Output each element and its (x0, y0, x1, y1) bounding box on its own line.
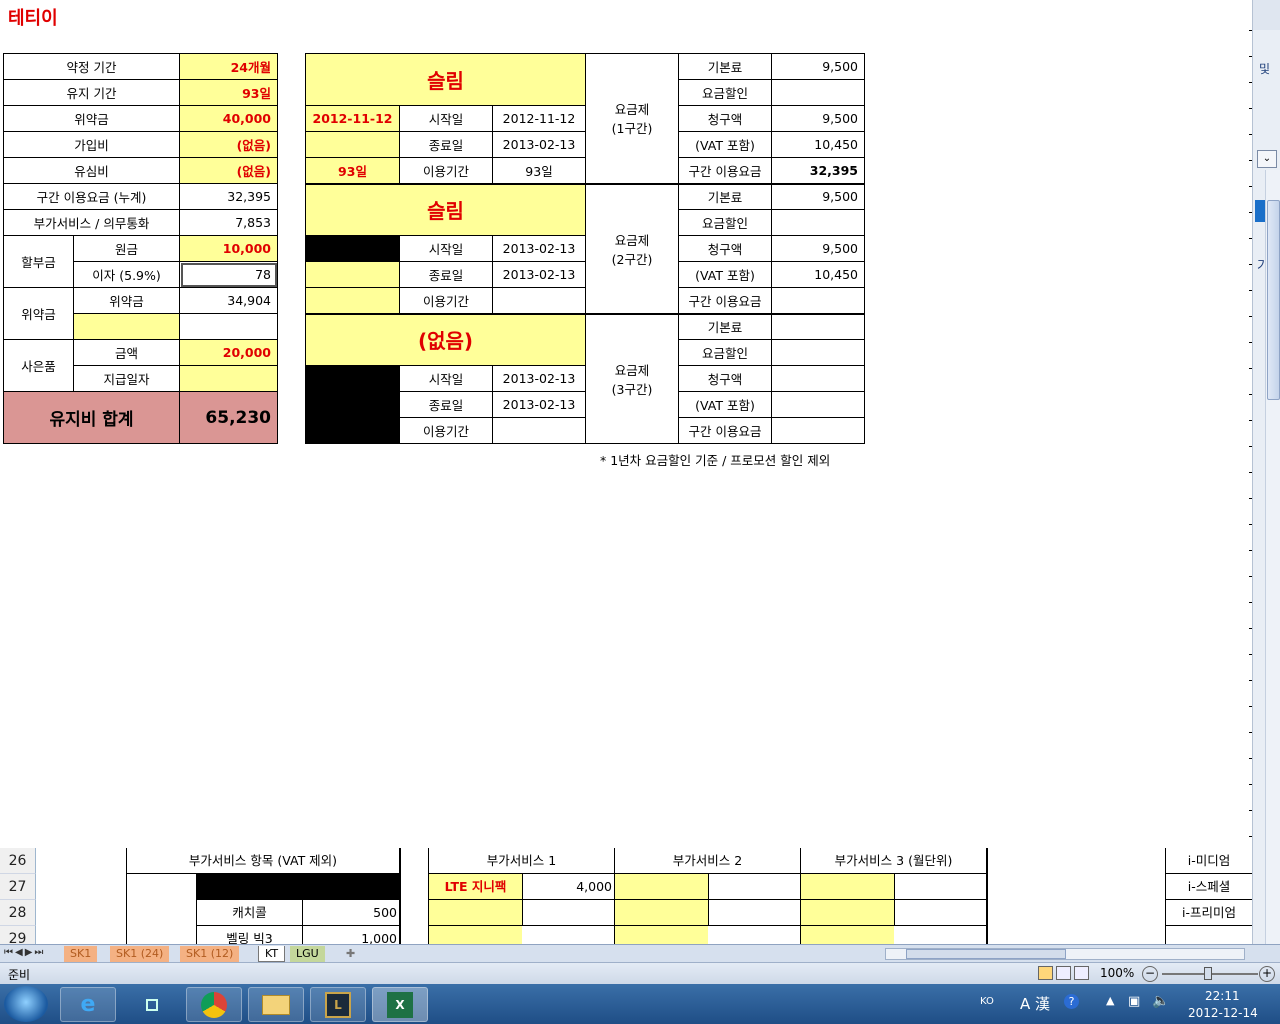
svc1-item[interactable]: LTE 지니팩 (429, 874, 522, 900)
new-sheet-icon[interactable]: ✚ (340, 946, 361, 962)
row-header-29[interactable]: 29 (0, 926, 36, 944)
row-join-fee: 가입비 (없음) (2, 131, 279, 158)
plan1-name[interactable]: 슬림 (304, 53, 587, 106)
tab-sk1-12[interactable]: SK1 (12) (180, 946, 240, 962)
zoom-out-icon[interactable]: − (1142, 966, 1158, 982)
tab-kt[interactable]: KT (258, 946, 286, 962)
addon-header: 부가서비스 항목 (VAT 제외) (188, 853, 338, 868)
start-button-icon[interactable] (4, 986, 48, 1022)
plan1-start-highlight[interactable]: 2012-11-12 (305, 105, 400, 132)
league-icon[interactable]: L (310, 987, 366, 1022)
scroll-up-top[interactable] (1253, 0, 1280, 30)
horizontal-scroll-thumb[interactable] (906, 949, 1066, 959)
row-gift-amount: 사은품 금액 20,000 (3, 339, 279, 392)
horizontal-scrollbar[interactable] (885, 948, 1245, 960)
status-ready: 준비 (8, 968, 31, 982)
chrome-icon[interactable] (186, 987, 242, 1022)
page-layout-icon[interactable] (1056, 966, 1071, 980)
scroll-track[interactable] (1265, 170, 1280, 944)
right-item-2[interactable]: i-스페셜 (1166, 874, 1252, 900)
clock-time[interactable]: 22:11 (1205, 989, 1240, 1003)
selected-cell[interactable]: 78 (179, 261, 279, 288)
volume-icon[interactable]: 🔈 (1152, 993, 1169, 1009)
row-installment-principal: 할부금 원금 10,000 (3, 235, 279, 288)
ie-icon[interactable]: e (60, 987, 116, 1022)
row-section-fee: 구간 이용요금 (누계) 32,395 (2, 183, 279, 210)
spreadsheet-area[interactable]: 테티이 약정 기간 24개월 유지 기간 93일 위약금 40,000 가입비 (없음)… (0, 0, 1252, 944)
addon-name-1[interactable]: 캐치콜 (196, 900, 302, 926)
tab-lgu[interactable]: LGU (290, 946, 325, 962)
status-bar: 준비 100% − + (0, 962, 1280, 984)
addon-price-2[interactable]: 1,000 (302, 926, 399, 944)
zoom-level[interactable]: 100% (1100, 966, 1134, 980)
sheet-tab-bar: ⏮◀▶⏭ SK1 SK1 (24) SK1 (12) KT LGU ✚ (0, 944, 1280, 962)
tray-expand-icon[interactable]: ▲ (1106, 994, 1114, 1007)
plan3-name[interactable]: (없음) (304, 313, 587, 366)
ime-indicator[interactable]: A 漢 (1020, 993, 1050, 1014)
svc1-header: 부가서비스 1 (486, 853, 557, 868)
svc3-header: 부가서비스 3 (월단위) (834, 853, 953, 868)
help-icon[interactable]: ? (1064, 994, 1079, 1009)
page-break-icon[interactable] (1074, 966, 1089, 980)
show-window-icon[interactable] (124, 987, 180, 1022)
row-contract-period: 약정 기간 24개월 (2, 53, 279, 80)
svc1-price[interactable]: 4,000 (522, 874, 614, 900)
right-item-3[interactable]: i-프리미엄 (1166, 900, 1252, 926)
vertical-scrollbar[interactable]: 및 ⌄ 기 (1252, 0, 1280, 944)
row-keep-period: 유지 기간 93일 (2, 79, 279, 106)
taskbar: e L X KO A 漢 ? ▲ ▣ 🔈 22:11 2012-12-14 (0, 984, 1280, 1024)
note-text: * 1년차 요금할인 기준 / 프로모션 할인 제외 (600, 453, 831, 468)
bottom-rows: 26 27 28 29 부가서비스 항목 (VAT 제외) 캐치콜 500 벨링… (0, 848, 1252, 944)
right-item-1[interactable]: i-미디엄 (1166, 848, 1252, 874)
row-header-26[interactable]: 26 (0, 848, 36, 874)
zoom-in-icon[interactable]: + (1259, 966, 1275, 982)
plan1-label: 요금제 (1구간) (585, 53, 680, 184)
zoom-slider-thumb[interactable] (1204, 967, 1212, 980)
summary-table: 약정 기간 24개월 유지 기간 93일 위약금 40,000 가입비 (없음) 유심비… (2, 53, 279, 444)
side-tab-marker[interactable] (1255, 200, 1265, 222)
network-icon[interactable]: ▣ (1128, 994, 1140, 1009)
addon-name-2[interactable]: 벨링 빅3 (196, 926, 302, 944)
row-header-28[interactable]: 28 (0, 900, 36, 926)
row-penalty: 위약금 40,000 (2, 105, 279, 132)
row-header-27[interactable]: 27 (0, 874, 36, 900)
svc2-header: 부가서비스 2 (672, 853, 743, 868)
plan1-days-highlight[interactable]: 93일 (305, 157, 400, 184)
side-label-and: 및 (1259, 62, 1271, 76)
scroll-thumb[interactable] (1267, 200, 1280, 400)
plan-table: 슬림 요금제 (1구간) 기본료 9,500 요금할인 2012-11-12 시작일 201… (304, 53, 866, 444)
addon-price-1[interactable]: 500 (302, 900, 399, 926)
row-total: 유지비 합계 65,230 (2, 391, 279, 444)
sheet-title: 테티이 (8, 8, 58, 29)
addon-black-row[interactable] (196, 874, 399, 900)
chevron-down-icon[interactable]: ⌄ (1257, 150, 1277, 168)
row-usim-fee: 유심비 (없음) (2, 157, 279, 184)
plan2-name[interactable]: 슬림 (304, 183, 587, 236)
row-penalty-detail: 위약금 위약금 34,904 (3, 287, 279, 340)
excel-icon[interactable]: X (372, 987, 428, 1022)
lang-indicator[interactable]: KO (980, 996, 994, 1007)
view-buttons[interactable] (1038, 966, 1092, 981)
tab-sk1[interactable]: SK1 (64, 946, 98, 962)
tab-sk1-24[interactable]: SK1 (24) (110, 946, 170, 962)
explorer-icon[interactable] (248, 987, 304, 1022)
row-addon: 부가서비스 / 의무통화 7,853 (2, 209, 279, 236)
plan3-label: 요금제 (3구간) (585, 313, 680, 444)
plan2-label: 요금제 (2구간) (585, 183, 680, 314)
tab-nav-arrows[interactable]: ⏮◀▶⏭ (4, 947, 45, 958)
normal-view-icon[interactable] (1038, 966, 1053, 980)
clock-date[interactable]: 2012-12-14 (1188, 1006, 1258, 1020)
